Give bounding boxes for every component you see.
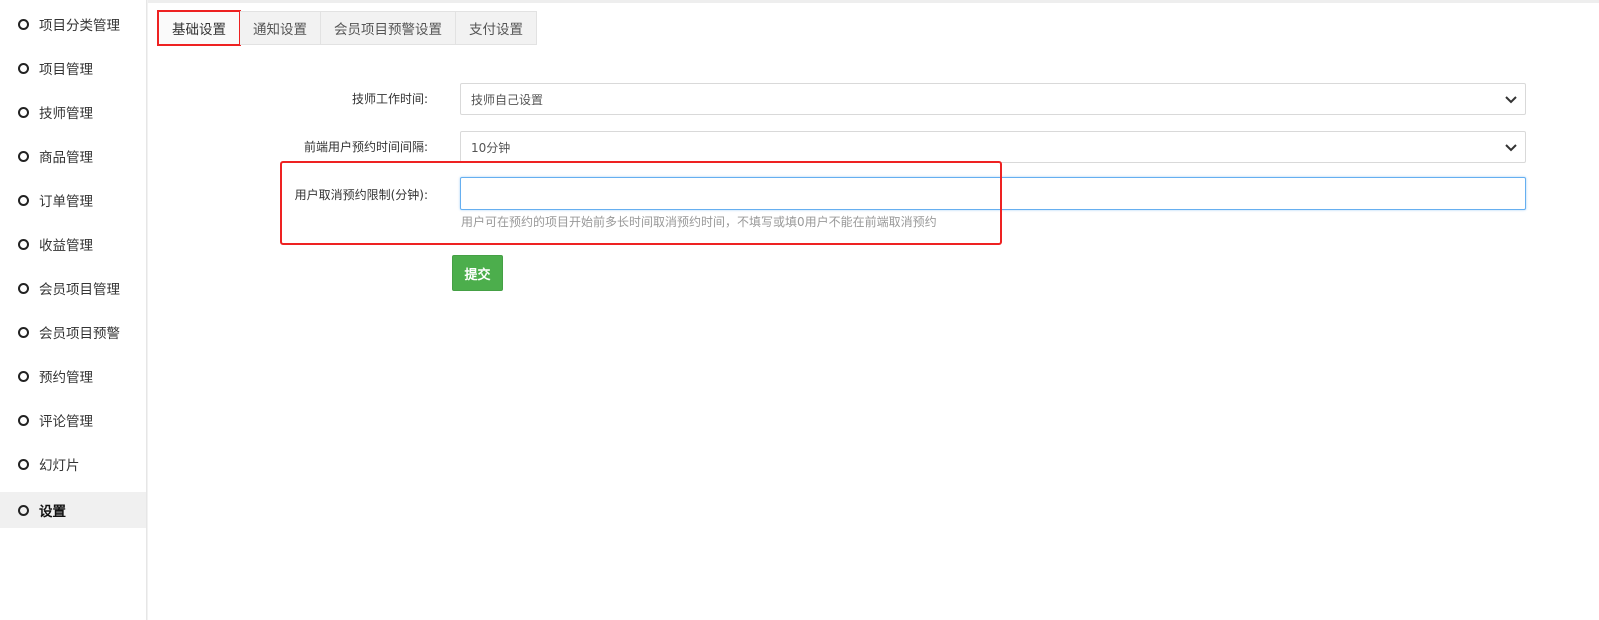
circle-icon xyxy=(18,194,29,206)
sidebar-item-label: 设置 xyxy=(39,504,66,520)
circle-icon xyxy=(18,504,29,516)
sidebar-item-label: 会员项目预警 xyxy=(39,326,120,342)
circle-icon xyxy=(18,238,29,250)
sidebar-item-label: 会员项目管理 xyxy=(39,282,120,298)
circle-icon xyxy=(18,458,29,470)
work-time-select[interactable]: 技师自己设置 xyxy=(460,83,1526,115)
circle-icon xyxy=(18,282,29,294)
tab-basic-settings[interactable]: 基础设置 xyxy=(157,10,241,46)
sidebar-item-label: 收益管理 xyxy=(39,238,93,254)
sidebar-item-settings[interactable]: 设置 xyxy=(0,492,146,528)
booking-interval-label: 前端用户预约时间间隔: xyxy=(303,140,428,154)
main-panel: 基础设置 通知设置 会员项目预警设置 支付设置 技师工作时间: 技师自己设置 前… xyxy=(148,0,1599,620)
chevron-down-icon xyxy=(1505,144,1517,152)
sidebar-item-label: 评论管理 xyxy=(39,414,93,430)
sidebar-item-bookings[interactable]: 预约管理 xyxy=(0,358,146,394)
submit-button[interactable]: 提交 xyxy=(452,255,503,291)
cancel-limit-label: 用户取消预约限制(分钟): xyxy=(294,188,428,202)
sidebar-item-label: 幻灯片 xyxy=(39,458,80,474)
sidebar-item-label: 订单管理 xyxy=(39,194,93,210)
cancel-limit-input[interactable] xyxy=(460,177,1526,210)
sidebar-item-label: 商品管理 xyxy=(39,150,93,166)
sidebar-item-member-projects[interactable]: 会员项目管理 xyxy=(0,270,146,306)
sidebar-item-products[interactable]: 商品管理 xyxy=(0,138,146,174)
circle-icon xyxy=(18,326,29,338)
settings-tabs: 基础设置 通知设置 会员项目预警设置 支付设置 xyxy=(157,10,537,46)
sidebar-item-label: 项目分类管理 xyxy=(39,18,120,34)
sidebar-item-label: 技师管理 xyxy=(39,106,93,122)
sidebar-item-member-alerts[interactable]: 会员项目预警 xyxy=(0,314,146,350)
sidebar-item-projects[interactable]: 项目管理 xyxy=(0,50,146,86)
sidebar-item-category[interactable]: 项目分类管理 xyxy=(0,6,146,42)
cancel-limit-help: 用户可在预约的项目开始前多长时间取消预约时间，不填写或填0用户不能在前端取消预约 xyxy=(461,215,937,229)
work-time-value: 技师自己设置 xyxy=(471,92,544,107)
circle-icon xyxy=(18,18,29,30)
work-time-label: 技师工作时间: xyxy=(351,92,428,106)
booking-interval-value: 10分钟 xyxy=(471,140,511,155)
sidebar: 项目分类管理 项目管理 技师管理 商品管理 订单管理 收益管理 会员项目管理 会… xyxy=(0,0,147,620)
tab-notification-settings[interactable]: 通知设置 xyxy=(240,11,321,45)
circle-icon xyxy=(18,370,29,382)
sidebar-item-reviews[interactable]: 评论管理 xyxy=(0,402,146,438)
booking-interval-select[interactable]: 10分钟 xyxy=(460,131,1526,163)
circle-icon xyxy=(18,62,29,74)
sidebar-item-orders[interactable]: 订单管理 xyxy=(0,182,146,218)
sidebar-item-label: 项目管理 xyxy=(39,62,93,78)
circle-icon xyxy=(18,106,29,118)
sidebar-item-technicians[interactable]: 技师管理 xyxy=(0,94,146,130)
tab-member-alert-settings[interactable]: 会员项目预警设置 xyxy=(321,11,456,45)
sidebar-item-label: 预约管理 xyxy=(39,370,93,386)
sidebar-item-slides[interactable]: 幻灯片 xyxy=(0,446,146,482)
sidebar-item-revenue[interactable]: 收益管理 xyxy=(0,226,146,262)
tab-payment-settings[interactable]: 支付设置 xyxy=(456,11,537,45)
circle-icon xyxy=(18,150,29,162)
chevron-down-icon xyxy=(1505,96,1517,104)
circle-icon xyxy=(18,414,29,426)
